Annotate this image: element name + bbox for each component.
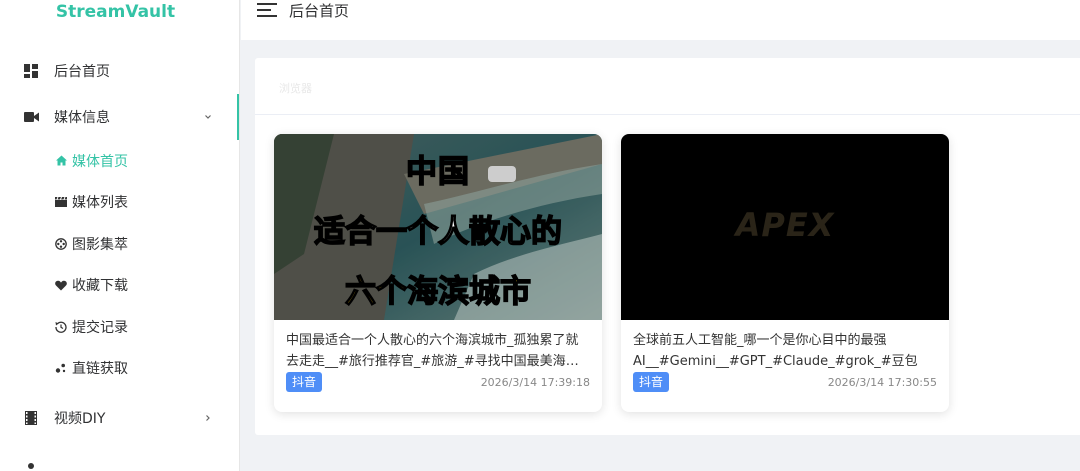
clapperboard-icon	[55, 196, 67, 208]
panel-heading: 浏览器	[255, 58, 1080, 115]
sidebar-subitem-media-home[interactable]: 媒体首页	[0, 140, 239, 182]
sidebar-item-label: 媒体信息	[54, 110, 110, 126]
chevron-right-icon	[206, 415, 210, 421]
sidebar: StreamVault 后台首页 媒体信息 媒体首页 媒体列表 图影集萃 收藏下…	[0, 0, 240, 471]
timestamp: 2026/3/14 17:39:18	[480, 375, 590, 389]
home-icon	[55, 155, 67, 167]
logo-text: StreamVault	[55, 2, 176, 22]
media-description: 中国最适合一个人散心的六个海滨城市_孤独累了就去走走__#旅行推荐官_#旅游_#…	[286, 333, 579, 369]
chevron-down-icon	[205, 115, 211, 119]
sidebar-subitem-label: 直链获取	[72, 361, 128, 378]
thumbnail-caption: APEX	[735, 206, 835, 244]
sidebar-item-label: 后台首页	[54, 64, 110, 80]
sidebar-subitem-submissions[interactable]: 提交记录	[0, 306, 239, 348]
top-header: 后台首页	[241, 0, 1080, 40]
heart-icon	[55, 279, 67, 291]
dashboard-icon	[23, 63, 39, 79]
sidebar-subitem-gallery[interactable]: 图影集萃	[0, 223, 239, 265]
sidebar-subitem-direct-link[interactable]: 直链获取	[0, 348, 239, 390]
sidebar-subitem-label: 图影集萃	[72, 236, 128, 253]
main-content: 浏览器 中国 适合一个人散心的 六个海滨城市 中国最适合一个人散心的六个海滨城市…	[255, 58, 1080, 435]
hamburger-menu-icon[interactable]	[257, 2, 277, 18]
sidebar-subitem-label: 提交记录	[72, 319, 128, 336]
film-reel-icon	[55, 237, 67, 250]
media-card[interactable]: 中国 适合一个人散心的 六个海滨城市 中国最适合一个人散心的六个海滨城市_孤独累…	[274, 134, 602, 412]
thumbnail-caption: 六个海滨城市	[344, 273, 532, 311]
sidebar-subitem-favorites[interactable]: 收藏下载	[0, 265, 239, 307]
timestamp: 2026/3/14 17:30:55	[827, 375, 937, 389]
sidebar-item-media-info[interactable]: 媒体信息	[0, 94, 239, 140]
card-footer: 抖音 2026/3/14 17:30:55	[621, 370, 949, 392]
media-card[interactable]: APEX 全球前五人工智能_哪一个是你心目中的最强AI__#Gemini__#G…	[621, 134, 949, 412]
film-icon	[23, 410, 39, 426]
thumbnail-caption: 适合一个人散心的	[313, 213, 563, 251]
sidebar-subitem-label: 收藏下载	[72, 278, 128, 295]
video-thumbnail[interactable]: APEX	[621, 134, 949, 320]
card-footer: 抖音 2026/3/14 17:39:18	[274, 370, 602, 392]
sidebar-item-dashboard[interactable]: 后台首页	[0, 48, 239, 94]
sidebar-subitem-label: 媒体首页	[72, 153, 128, 170]
history-icon	[55, 321, 67, 333]
thumbnail-caption: 中国	[405, 153, 470, 191]
platform-tag: 抖音	[286, 372, 323, 392]
sidebar-subitem-media-list[interactable]: 媒体列表	[0, 182, 239, 224]
page-title: 后台首页	[289, 2, 350, 20]
video-camera-icon	[23, 109, 39, 125]
video-thumbnail[interactable]: 中国 适合一个人散心的 六个海滨城市	[274, 134, 602, 320]
link-icon	[55, 362, 67, 374]
sidebar-item-video-diy[interactable]: 视频DIY	[0, 395, 239, 441]
logo[interactable]: StreamVault	[0, 0, 239, 26]
sidebar-subitem-label: 媒体列表	[72, 195, 128, 212]
sidebar-item-label: 视频DIY	[54, 411, 106, 427]
platform-tag: 抖音	[633, 372, 670, 392]
sidebar-item-partial[interactable]	[0, 441, 239, 471]
menu-icon	[23, 456, 39, 471]
media-description: 全球前五人工智能_哪一个是你心目中的最强AI__#Gemini__#GPT_#C…	[633, 333, 918, 369]
